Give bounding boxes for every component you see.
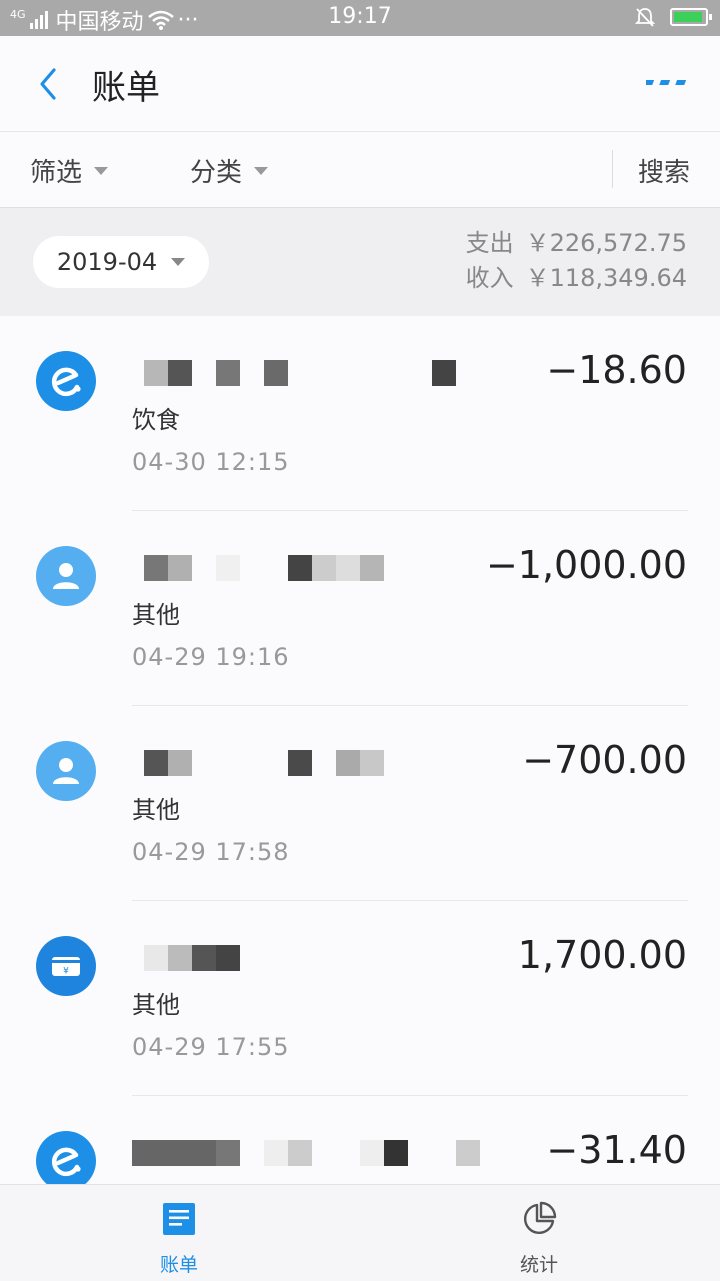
- title-bar: 账单: [0, 36, 720, 132]
- tab-bills[interactable]: 账单: [119, 1197, 239, 1277]
- transaction-time: 04-30 12:15: [132, 448, 290, 476]
- transaction-time: 04-29 17:55: [132, 1033, 290, 1061]
- divider: [612, 150, 613, 188]
- transaction-item[interactable]: 饮食 04-30 12:15 −18.60: [0, 316, 720, 511]
- battery-icon: [670, 8, 712, 26]
- expense-amount: ￥226,572.75: [525, 229, 687, 257]
- tab-bills-label: 账单: [159, 1254, 198, 1276]
- income-total: 收入 ￥118,349.64: [466, 261, 687, 296]
- caret-down-icon: [171, 258, 186, 266]
- eleme-icon: [36, 1131, 96, 1184]
- filter-dropdown[interactable]: 筛选: [30, 152, 109, 189]
- status-bar: 4G 中国移动 ··· 19:17: [0, 0, 720, 36]
- month-summary: 2019-04 支出 ￥226,572.75 收入 ￥118,349.64: [0, 208, 720, 316]
- page-title: 账单: [92, 68, 160, 108]
- tab-stats[interactable]: 统计: [479, 1197, 599, 1277]
- transaction-time: 04-29 19:16: [132, 643, 290, 671]
- expense-label: 支出: [465, 229, 514, 257]
- eleme-icon: [36, 351, 96, 411]
- search-button[interactable]: 搜索: [638, 152, 690, 189]
- transaction-item[interactable]: −31.40: [0, 1096, 720, 1184]
- category-dropdown[interactable]: 分类: [190, 152, 269, 189]
- person-icon: [36, 741, 96, 801]
- merchant-name-redacted: [132, 750, 492, 776]
- month-selector[interactable]: 2019-04: [33, 236, 209, 288]
- svg-text:¥: ¥: [63, 967, 69, 977]
- transaction-amount: −700.00: [522, 738, 687, 782]
- caret-down-icon: [254, 166, 269, 175]
- bank-card-icon: ¥: [36, 936, 96, 996]
- filter-label: 筛选: [30, 158, 83, 188]
- merchant-name-redacted: [132, 945, 492, 971]
- transaction-time: 04-29 17:58: [132, 838, 290, 866]
- month-label: 2019-04: [56, 248, 158, 276]
- category-label: 分类: [190, 158, 243, 188]
- expense-total: 支出 ￥226,572.75: [466, 226, 687, 261]
- bill-list-icon: [163, 1203, 195, 1235]
- person-icon: [36, 546, 96, 606]
- merchant-name-redacted: [132, 360, 492, 386]
- transaction-item[interactable]: ¥ 其他 04-29 17:55 1,700.00: [0, 901, 720, 1096]
- transaction-item[interactable]: 其他 04-29 19:16 −1,000.00: [0, 511, 720, 706]
- status-time: 19:17: [328, 4, 392, 29]
- filter-bar: 筛选 分类 搜索: [0, 132, 720, 208]
- transaction-amount: −1,000.00: [485, 543, 687, 587]
- transaction-amount: 1,700.00: [517, 933, 687, 977]
- transaction-category: 其他: [132, 601, 180, 629]
- pie-chart-icon: [524, 1201, 557, 1234]
- transaction-category: 其他: [132, 991, 180, 1019]
- income-amount: ￥118,349.64: [525, 264, 687, 292]
- transaction-amount: −31.40: [546, 1128, 687, 1172]
- totals: 支出 ￥226,572.75 收入 ￥118,349.64: [466, 226, 687, 296]
- more-options-icon[interactable]: [646, 72, 690, 92]
- transaction-category: 其他: [132, 796, 180, 824]
- transaction-amount: −18.60: [546, 348, 687, 392]
- transaction-item[interactable]: 其他 04-29 17:58 −700.00: [0, 706, 720, 901]
- merchant-name-redacted: [132, 555, 492, 581]
- status-right: [634, 6, 712, 28]
- merchant-name-redacted: [132, 1140, 492, 1166]
- transaction-category: 饮食: [132, 406, 180, 434]
- income-label: 收入: [465, 264, 514, 292]
- tab-stats-label: 统计: [519, 1254, 558, 1276]
- caret-down-icon: [94, 166, 109, 175]
- transaction-list: 饮食 04-30 12:15 −18.60 其他 04-29 19:16 −1,…: [0, 316, 720, 1184]
- silent-bell-icon: [634, 8, 656, 27]
- bottom-nav: 账单 统计: [0, 1184, 720, 1281]
- back-button[interactable]: [30, 64, 70, 104]
